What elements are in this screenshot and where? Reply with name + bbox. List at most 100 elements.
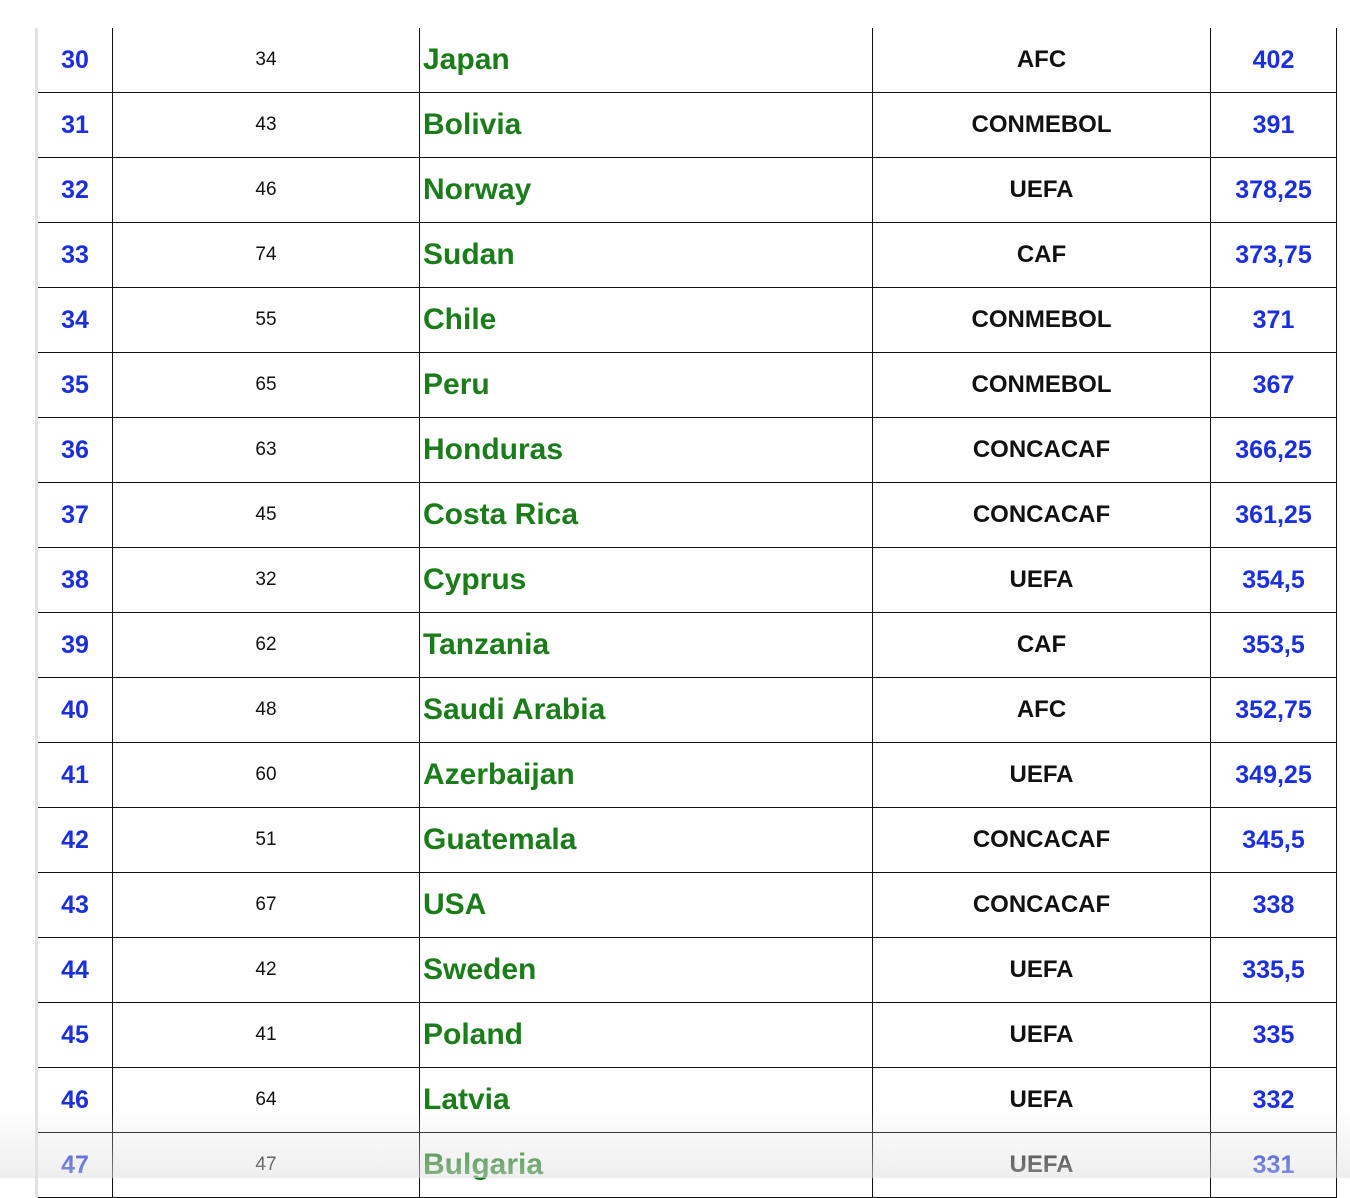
previous-rank-cell: 48 [112, 677, 420, 743]
previous-rank-cell: 34 [112, 28, 420, 93]
team-name-cell: Sweden [419, 937, 873, 1003]
previous-rank-cell: 63 [112, 417, 420, 483]
table-row: 47 47 Bulgaria UEFA 331 [35, 1132, 1337, 1198]
team-name-cell: Guatemala [419, 807, 873, 873]
team-name-cell: Peru [419, 352, 873, 418]
rank-cell: 38 [35, 547, 113, 613]
confederation-cell: CONCACAF [872, 417, 1211, 483]
team-name-cell: Azerbaijan [419, 742, 873, 808]
table-row: 44 42 Sweden UEFA 335,5 [35, 937, 1337, 1003]
previous-rank-cell: 32 [112, 547, 420, 613]
ranking-table-body: 30 34 Japan AFC 402 31 43 Bolivia CONMEBOL 391 32 4… [35, 28, 1337, 1198]
confederation-cell: UEFA [872, 1002, 1211, 1068]
rank-cell: 46 [35, 1067, 113, 1133]
rank-cell: 40 [35, 677, 113, 743]
points-cell: 349,25 [1210, 742, 1337, 808]
rank-cell: 43 [35, 872, 113, 938]
table-row: 36 63 Honduras CONCACAF 366,25 [35, 417, 1337, 483]
points-cell: 335,5 [1210, 937, 1337, 1003]
confederation-cell: CONMEBOL [872, 287, 1211, 353]
team-name-cell: Costa Rica [419, 482, 873, 548]
previous-rank-cell: 43 [112, 92, 420, 158]
points-cell: 332 [1210, 1067, 1337, 1133]
previous-rank-cell: 74 [112, 222, 420, 288]
points-cell: 338 [1210, 872, 1337, 938]
team-name-cell: Honduras [419, 417, 873, 483]
table-row: 31 43 Bolivia CONMEBOL 391 [35, 92, 1337, 158]
ranking-table-container: 30 34 Japan AFC 402 31 43 Bolivia CONMEBOL 391 32 4… [35, 28, 1337, 1198]
confederation-cell: UEFA [872, 547, 1211, 613]
points-cell: 354,5 [1210, 547, 1337, 613]
ranking-table: 30 34 Japan AFC 402 31 43 Bolivia CONMEBOL 391 32 4… [35, 28, 1337, 1198]
previous-rank-cell: 65 [112, 352, 420, 418]
confederation-cell: AFC [872, 677, 1211, 743]
confederation-cell: CONCACAF [872, 807, 1211, 873]
confederation-cell: CONCACAF [872, 482, 1211, 548]
points-cell: 361,25 [1210, 482, 1337, 548]
table-row: 46 64 Latvia UEFA 332 [35, 1067, 1337, 1133]
confederation-cell: UEFA [872, 937, 1211, 1003]
table-row: 40 48 Saudi Arabia AFC 352,75 [35, 677, 1337, 743]
rank-cell: 44 [35, 937, 113, 1003]
confederation-cell: UEFA [872, 742, 1211, 808]
points-cell: 402 [1210, 28, 1337, 93]
confederation-cell: CAF [872, 222, 1211, 288]
confederation-cell: UEFA [872, 1067, 1211, 1133]
previous-rank-cell: 42 [112, 937, 420, 1003]
points-cell: 366,25 [1210, 417, 1337, 483]
rank-cell: 41 [35, 742, 113, 808]
confederation-cell: UEFA [872, 1132, 1211, 1198]
points-cell: 335 [1210, 1002, 1337, 1068]
table-row: 39 62 Tanzania CAF 353,5 [35, 612, 1337, 678]
previous-rank-cell: 47 [112, 1132, 420, 1198]
points-cell: 345,5 [1210, 807, 1337, 873]
previous-rank-cell: 51 [112, 807, 420, 873]
previous-rank-cell: 64 [112, 1067, 420, 1133]
rank-cell: 30 [35, 28, 113, 93]
team-name-cell: Norway [419, 157, 873, 223]
confederation-cell: CONMEBOL [872, 92, 1211, 158]
rank-cell: 36 [35, 417, 113, 483]
rank-cell: 37 [35, 482, 113, 548]
rank-cell: 33 [35, 222, 113, 288]
points-cell: 371 [1210, 287, 1337, 353]
table-row: 33 74 Sudan CAF 373,75 [35, 222, 1337, 288]
confederation-cell: CONCACAF [872, 872, 1211, 938]
points-cell: 352,75 [1210, 677, 1337, 743]
previous-rank-cell: 41 [112, 1002, 420, 1068]
table-row: 37 45 Costa Rica CONCACAF 361,25 [35, 482, 1337, 548]
table-row: 43 67 USA CONCACAF 338 [35, 872, 1337, 938]
team-name-cell: Poland [419, 1002, 873, 1068]
rank-cell: 39 [35, 612, 113, 678]
rank-cell: 34 [35, 287, 113, 353]
team-name-cell: Bulgaria [419, 1132, 873, 1198]
confederation-cell: CONMEBOL [872, 352, 1211, 418]
previous-rank-cell: 67 [112, 872, 420, 938]
team-name-cell: Sudan [419, 222, 873, 288]
team-name-cell: Latvia [419, 1067, 873, 1133]
previous-rank-cell: 60 [112, 742, 420, 808]
rank-cell: 42 [35, 807, 113, 873]
team-name-cell: Chile [419, 287, 873, 353]
table-row: 34 55 Chile CONMEBOL 371 [35, 287, 1337, 353]
table-row: 35 65 Peru CONMEBOL 367 [35, 352, 1337, 418]
points-cell: 391 [1210, 92, 1337, 158]
team-name-cell: Saudi Arabia [419, 677, 873, 743]
table-row: 38 32 Cyprus UEFA 354,5 [35, 547, 1337, 613]
points-cell: 331 [1210, 1132, 1337, 1198]
previous-rank-cell: 45 [112, 482, 420, 548]
team-name-cell: USA [419, 872, 873, 938]
rank-cell: 35 [35, 352, 113, 418]
table-row: 32 46 Norway UEFA 378,25 [35, 157, 1337, 223]
table-row: 41 60 Azerbaijan UEFA 349,25 [35, 742, 1337, 808]
points-cell: 378,25 [1210, 157, 1337, 223]
team-name-cell: Japan [419, 28, 873, 93]
confederation-cell: UEFA [872, 157, 1211, 223]
previous-rank-cell: 46 [112, 157, 420, 223]
team-name-cell: Tanzania [419, 612, 873, 678]
rank-cell: 31 [35, 92, 113, 158]
confederation-cell: CAF [872, 612, 1211, 678]
table-row: 30 34 Japan AFC 402 [35, 28, 1337, 93]
team-name-cell: Cyprus [419, 547, 873, 613]
table-row: 45 41 Poland UEFA 335 [35, 1002, 1337, 1068]
